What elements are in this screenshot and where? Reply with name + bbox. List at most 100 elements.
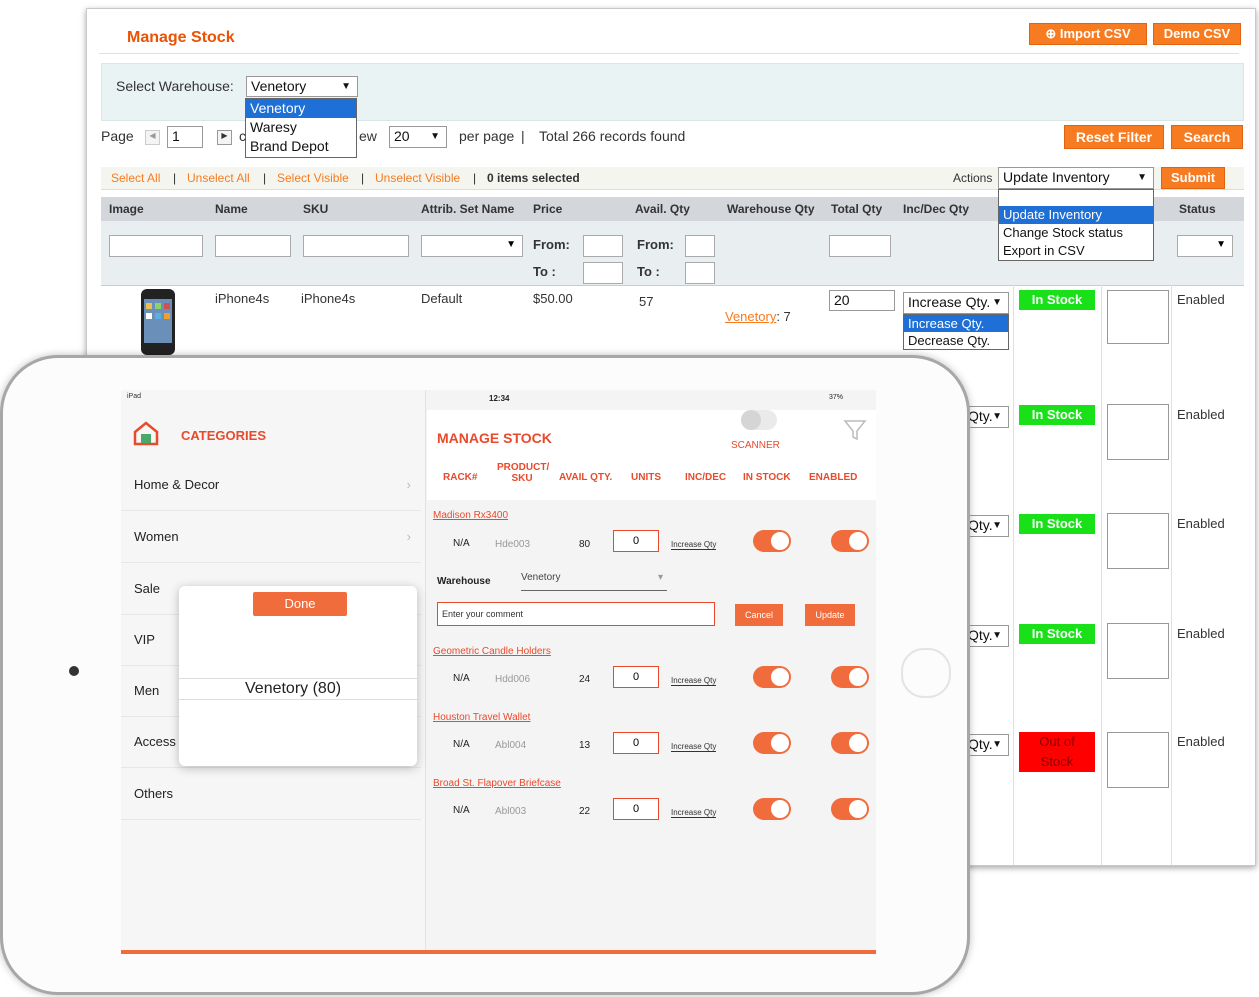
camera-dot [69,666,79,676]
total-qty-filter-input[interactable] [829,235,891,257]
select-visible-link[interactable]: Select Visible [277,171,349,185]
chevron-down-icon: ▼ [1216,239,1226,250]
chevron-down-icon: ▼ [1137,172,1147,183]
reset-filter-button[interactable]: Reset Filter [1064,125,1164,149]
column-header: Status [1179,202,1216,216]
incdec-dropdown[interactable]: Increase Qty [671,676,717,686]
warehouse-option[interactable]: Brand Depot [246,137,356,156]
units-input[interactable]: 0 [613,798,659,820]
category-item[interactable]: Others [121,768,421,820]
update-button[interactable]: Update [805,604,855,626]
plus-circle-icon: ⊕ [1045,26,1060,41]
product-name-link[interactable]: Geometric Candle Holders [433,646,551,657]
submit-button[interactable]: Submit [1161,167,1225,189]
comment-textarea[interactable] [1107,290,1169,344]
units-input[interactable]: 0 [613,666,659,688]
warehouse-option[interactable]: Waresy [246,118,356,137]
incdec-dropdown[interactable]: Increase Qty [671,808,717,818]
page-input[interactable]: 1 [167,126,203,148]
actions-select[interactable]: Update Inventory ▼ [998,167,1154,189]
price-from-input[interactable] [583,235,623,257]
image-filter-input[interactable] [109,235,203,257]
comment-textarea[interactable] [1107,732,1169,788]
price-to-input[interactable] [583,262,623,284]
attrib-filter-select[interactable]: ▼ [421,235,523,257]
search-button[interactable]: Search [1171,125,1243,149]
qty-from-input[interactable] [685,235,715,257]
comment-textarea[interactable] [1107,513,1169,569]
product-avail: 80 [579,539,591,550]
stock-status-badge[interactable]: In Stock [1019,624,1095,644]
product-sku: Hde003 [495,539,531,550]
enabled-toggle[interactable] [831,798,869,820]
in-stock-toggle[interactable] [753,666,791,688]
enabled-toggle[interactable] [831,666,869,688]
incdec-select-value: Increase Qty. [908,294,991,310]
items-selected-text: 0 items selected [487,171,580,185]
in-stock-toggle[interactable] [753,530,791,552]
import-csv-button[interactable]: ⊕ Import CSV [1029,23,1147,45]
warehouse-link[interactable]: Venetory [725,309,776,324]
actions-option[interactable]: Export in CSV [999,242,1153,260]
total-qty-input[interactable]: 20 [829,290,895,311]
cancel-button[interactable]: Cancel [735,604,783,626]
stock-status-badge[interactable]: Out of Stock [1019,732,1095,772]
home-button[interactable] [901,648,951,698]
next-page-icon[interactable]: ▶ [217,130,232,145]
product-rack: N/A [453,805,470,816]
stock-status-badge[interactable]: In Stock [1019,290,1095,310]
incdec-select[interactable]: Increase Qty. ▼ [903,292,1009,314]
row-attrib: Default [421,291,463,306]
product-image [137,289,179,355]
filter-icon[interactable] [843,418,867,442]
unselect-visible-link[interactable]: Unselect Visible [375,171,460,185]
incdec-dropdown[interactable]: Increase Qty [671,540,717,550]
stock-status-badge[interactable]: In Stock [1019,514,1095,534]
incdec-select-value: Qty. [968,408,993,424]
actions-option[interactable]: Update Inventory [999,206,1153,224]
sku-filter-input[interactable] [303,235,409,257]
scanner-toggle[interactable] [741,410,777,430]
comment-textarea[interactable] [1107,623,1169,679]
actions-label: Actions [953,171,993,185]
product-name-link[interactable]: Houston Travel Wallet [433,712,530,723]
incdec-option[interactable]: Decrease Qty. [904,332,1008,349]
bottom-accent-bar [121,950,876,954]
chevron-down-icon: ▾ [657,572,663,583]
category-item[interactable]: Women › [121,511,421,563]
prev-page-icon[interactable]: ◀ [145,130,160,145]
pager-separator: | [521,128,525,144]
name-filter-input[interactable] [215,235,291,257]
chevron-right-icon: › [406,477,411,492]
warehouse-picker[interactable]: Venetory ▾ [521,572,667,591]
in-stock-toggle[interactable] [753,732,791,754]
enabled-toggle[interactable] [831,732,869,754]
actions-option-blank[interactable] [999,190,1153,206]
done-button[interactable]: Done [253,592,347,616]
units-input[interactable]: 0 [613,732,659,754]
chevron-down-icon: ▼ [992,411,1002,422]
select-all-link[interactable]: Select All [111,171,160,185]
product-name-link[interactable]: Broad St. Flapover Briefcase [433,778,561,789]
row-status: Enabled [1177,734,1225,749]
incdec-dropdown[interactable]: Increase Qty [671,742,717,752]
enabled-toggle[interactable] [831,530,869,552]
qty-to-input[interactable] [685,262,715,284]
in-stock-toggle[interactable] [753,798,791,820]
comment-input[interactable]: Enter your comment [437,602,715,626]
incdec-option[interactable]: Increase Qty. [904,315,1008,332]
warehouse-option[interactable]: Venetory [246,99,356,118]
actions-option[interactable]: Change Stock status [999,224,1153,242]
demo-csv-button[interactable]: Demo CSV [1153,23,1241,45]
stock-status-badge[interactable]: In Stock [1019,405,1095,425]
category-item[interactable]: Home & Decor › [121,459,421,511]
warehouse-select[interactable]: Venetory ▼ [246,76,358,97]
status-filter-select[interactable]: ▼ [1177,235,1233,257]
comment-textarea[interactable] [1107,404,1169,460]
unselect-all-link[interactable]: Unselect All [187,171,250,185]
page-of-fragment: c [239,128,246,144]
product-name-link[interactable]: Madison Rx3400 [433,510,508,521]
row-status: Enabled [1177,516,1225,531]
units-input[interactable]: 0 [613,530,659,552]
per-page-select[interactable]: 20 ▼ [389,126,447,148]
